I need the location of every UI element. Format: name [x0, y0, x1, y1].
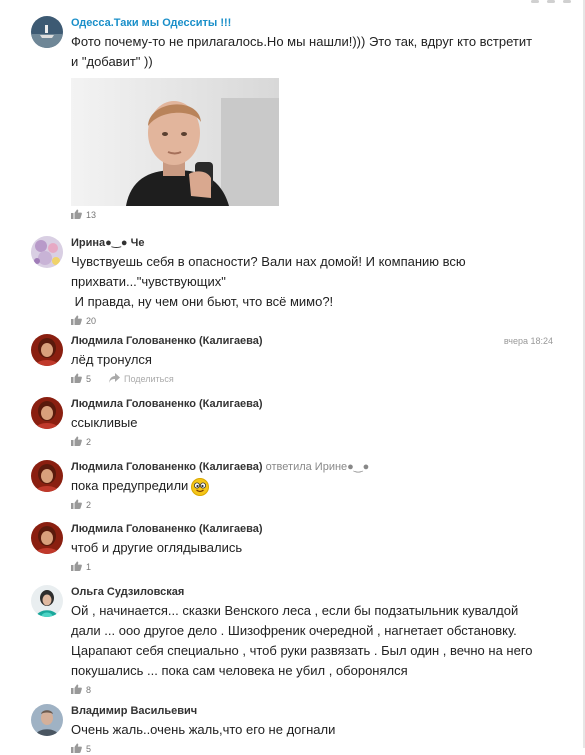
like-count: 1 [86, 562, 92, 572]
avatar[interactable] [31, 704, 63, 736]
comment-author[interactable]: Ирина●‿● Че [71, 236, 561, 250]
comment-time: вчера 18:24 [503, 336, 553, 346]
smile-emoji-icon [191, 477, 210, 496]
comment-text-content: пока предупредили [71, 478, 189, 493]
comment-text: Фото почему-то не прилагалось.Но мы нашл… [71, 34, 533, 69]
attached-photo[interactable] [71, 78, 279, 206]
like-count: 2 [86, 500, 92, 510]
like-icon[interactable] [71, 209, 82, 221]
share-icon [109, 373, 121, 385]
avatar[interactable] [31, 522, 63, 554]
author-name[interactable]: Людмила Голованенко (Калигаева) [71, 461, 263, 473]
more-options-icon[interactable] [531, 0, 571, 8]
avatar[interactable] [31, 585, 63, 617]
comment-text: Ой , начинается... сказки Венского леса … [71, 603, 533, 678]
comment-author[interactable]: Людмила Голованенко (Калигаева) [71, 522, 561, 536]
comment-text: Чувствуешь себя в опасности? Вали нах до… [71, 254, 466, 309]
like-count: 20 [86, 316, 97, 326]
comment-meta: 2 [71, 436, 561, 448]
comment-text: ссыкливые [71, 415, 138, 430]
avatar[interactable] [31, 334, 63, 366]
comment-text: чтоб и другие оглядывались [71, 540, 243, 555]
comment-text: пока предупредили [71, 476, 561, 496]
comment-author[interactable]: Ольга Судзиловская [71, 585, 561, 599]
like-icon[interactable] [71, 436, 82, 448]
comment-author[interactable]: Владимир Васильевич [71, 704, 561, 718]
like-icon[interactable] [71, 684, 82, 696]
comment-author[interactable]: Людмила Голованенко (Калигаева) [71, 397, 561, 411]
comment-meta: 5 [71, 743, 561, 755]
share-label: Поделиться [124, 374, 174, 384]
like-icon[interactable] [71, 743, 82, 755]
comment-meta: 13 [71, 209, 561, 221]
share-button[interactable]: Поделиться [109, 373, 174, 385]
comment-meta: 5 Поделиться [71, 373, 561, 385]
comment-author[interactable]: Людмила Голованенко (Калигаева) ответила… [71, 460, 561, 474]
reply-to[interactable]: ответила Ирине●‿● [266, 461, 370, 473]
avatar[interactable] [31, 236, 63, 268]
comment-meta: 20 [71, 315, 561, 327]
like-icon[interactable] [71, 561, 82, 573]
like-icon[interactable] [71, 499, 82, 511]
like-icon[interactable] [71, 315, 82, 327]
comment-text: лёд тронулся [71, 352, 152, 367]
comment-meta: 2 [71, 499, 561, 511]
like-icon[interactable] [71, 373, 82, 385]
avatar[interactable] [31, 397, 63, 429]
comment-author[interactable]: Людмила Голованенко (Калигаева) [71, 334, 561, 348]
like-count: 13 [86, 210, 97, 220]
comment-text: Очень жаль..очень жаль,что его не догнал… [71, 722, 336, 737]
avatar[interactable] [31, 460, 63, 492]
like-count: 5 [86, 744, 92, 754]
like-count: 8 [86, 685, 92, 695]
comment-author[interactable]: Одесса.Таки мы Одесситы !!! [71, 16, 561, 30]
comment-meta: 1 [71, 561, 561, 573]
like-count: 5 [86, 374, 92, 384]
like-count: 2 [86, 437, 92, 447]
avatar[interactable] [31, 16, 63, 48]
comment-meta: 8 [71, 684, 561, 696]
